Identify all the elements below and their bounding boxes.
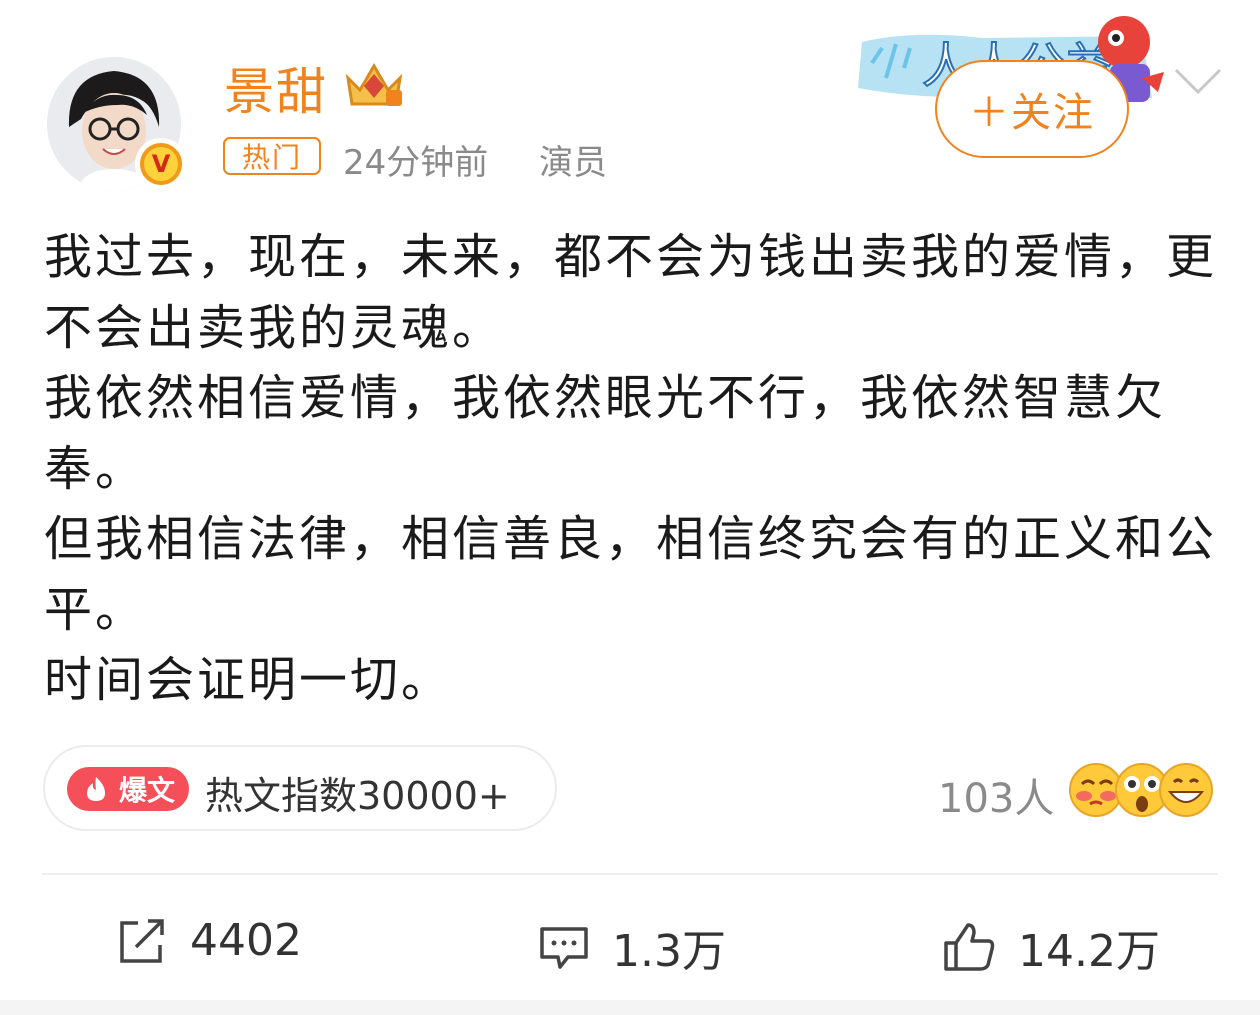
hot-index-card[interactable]: 爆文 热文指数30000+: [43, 745, 557, 831]
comment-button[interactable]: 1.3万: [538, 915, 726, 979]
verified-badge-icon: V: [135, 138, 187, 190]
repost-icon: [120, 918, 164, 963]
hot-tag: 热门: [223, 137, 321, 175]
flame-icon: [87, 777, 105, 801]
post-content: 我过去，现在，未来，都不会为钱出卖我的爱情，更不会出卖我的灵魂。 我依然相信爱情…: [44, 222, 1224, 716]
bottom-bar: [0, 1000, 1260, 1015]
like-button[interactable]: 14.2万: [942, 915, 1160, 979]
post-line: 我依然相信爱情，我依然眼光不行，我依然智慧欠奉。: [44, 370, 1167, 497]
like-count: 14.2万: [1018, 926, 1160, 977]
post-line: 时间会证明一切。: [44, 652, 453, 708]
reaction-count[interactable]: 103人: [938, 766, 1054, 824]
comment-count: 1.3万: [612, 926, 726, 977]
hot-badge: 爆文: [67, 767, 189, 811]
chevron-down-icon[interactable]: [1172, 66, 1224, 100]
repost-count: 4402: [190, 915, 302, 966]
grin-icon: [1159, 763, 1213, 817]
reaction-emojis[interactable]: [1066, 760, 1216, 824]
follow-button[interactable]: ＋关注: [935, 60, 1129, 158]
blush-kiss-icon: [1069, 763, 1123, 817]
post-line: 我过去，现在，未来，都不会为钱出卖我的爱情，更不会出卖我的灵魂。: [44, 229, 1218, 356]
crown-level-icon[interactable]: [342, 60, 406, 114]
username[interactable]: 景甜: [224, 52, 328, 124]
post-time: 24分钟前: [343, 143, 489, 183]
user-role: 演员: [539, 143, 607, 183]
hot-badge-label: 爆文: [118, 774, 175, 807]
repost-button[interactable]: 4402: [116, 915, 302, 966]
divider: [42, 873, 1218, 875]
comment-icon: [540, 927, 588, 969]
post-line: 但我相信法律，相信善良，相信终究会有的正义和公平。: [44, 511, 1218, 638]
hot-index-text: 热文指数30000+: [205, 774, 510, 818]
thumbs-up-icon: [944, 923, 995, 971]
